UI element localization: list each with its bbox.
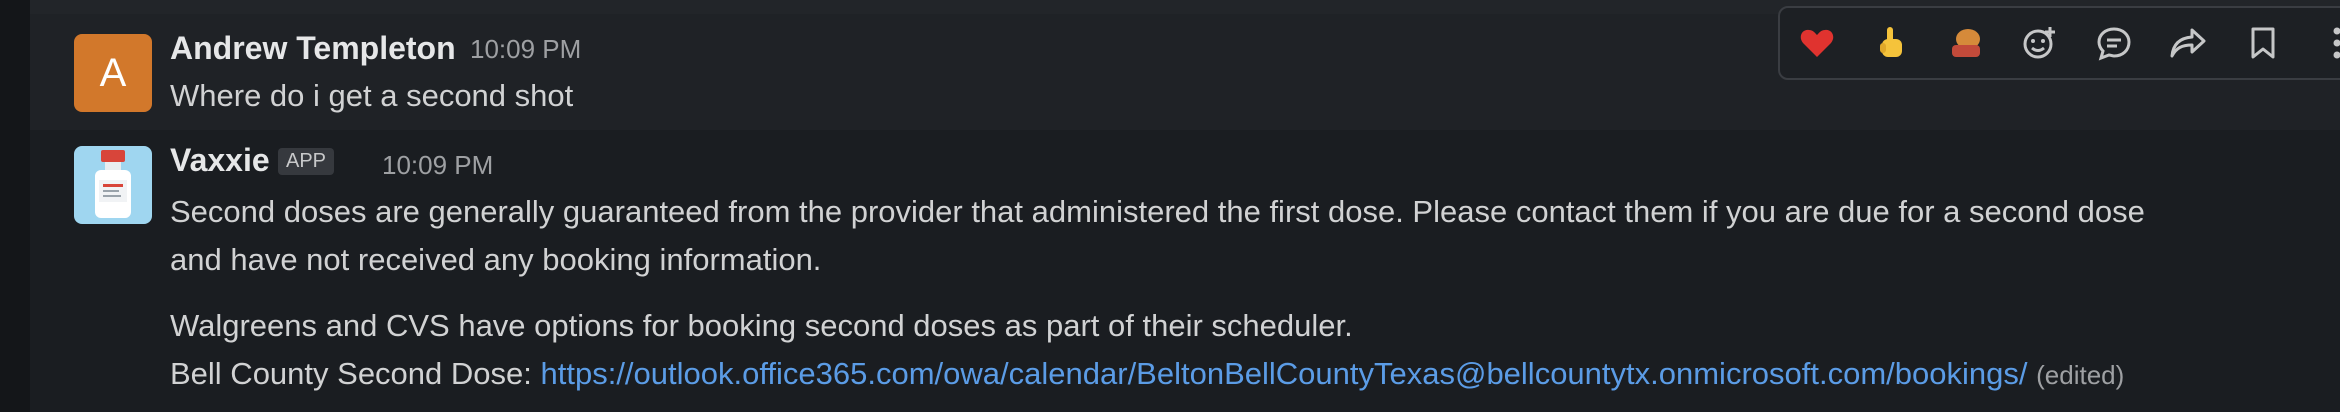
share-icon[interactable] — [2166, 21, 2210, 65]
avatar-letter: A — [99, 50, 127, 95]
avatar[interactable]: A — [74, 34, 152, 112]
more-actions-icon[interactable] — [2315, 21, 2340, 65]
message-actions-toolbar — [1778, 6, 2340, 80]
point-up-reaction-icon[interactable] — [1869, 21, 1913, 65]
left-rail — [0, 0, 30, 412]
message-text-line-2: and have not received any booking inform… — [170, 242, 822, 277]
vaccine-bottle-avatar-icon[interactable] — [74, 146, 152, 224]
bell-county-booking-link[interactable]: https://outlook.office365.com/owa/calend… — [541, 356, 2028, 391]
message-vaxxie[interactable]: Vaxxie APP 10:09 PM Second doses are gen… — [30, 130, 2340, 412]
sender-name[interactable]: Andrew Templeton — [170, 30, 456, 67]
heart-reaction-icon[interactable] — [1795, 21, 1839, 65]
message-text-line-3: Walgreens and CVS have options for booki… — [170, 308, 1353, 343]
edited-indicator: (edited) — [2036, 360, 2125, 390]
message-text-line-1: Second doses are generally guaranteed fr… — [170, 194, 2145, 229]
message-text: Where do i get a second shot — [170, 78, 574, 113]
bread-reaction-icon[interactable] — [1944, 21, 1988, 65]
reply-thread-icon[interactable] — [2092, 21, 2136, 65]
add-reaction-icon[interactable] — [2018, 21, 2062, 65]
app-badge: APP — [278, 148, 335, 175]
timestamp[interactable]: 10:09 PM — [470, 34, 581, 65]
sender-name[interactable]: Vaxxie — [170, 142, 270, 179]
bell-county-label: Bell County Second Dose: — [170, 356, 541, 391]
bookmark-icon[interactable] — [2241, 21, 2285, 65]
message-text-line-4: Bell County Second Dose: https://outlook… — [170, 350, 2124, 399]
timestamp[interactable]: 10:09 PM — [382, 150, 493, 181]
message-andrew[interactable]: A Andrew Templeton 10:09 PM Where do i g… — [30, 6, 2340, 130]
